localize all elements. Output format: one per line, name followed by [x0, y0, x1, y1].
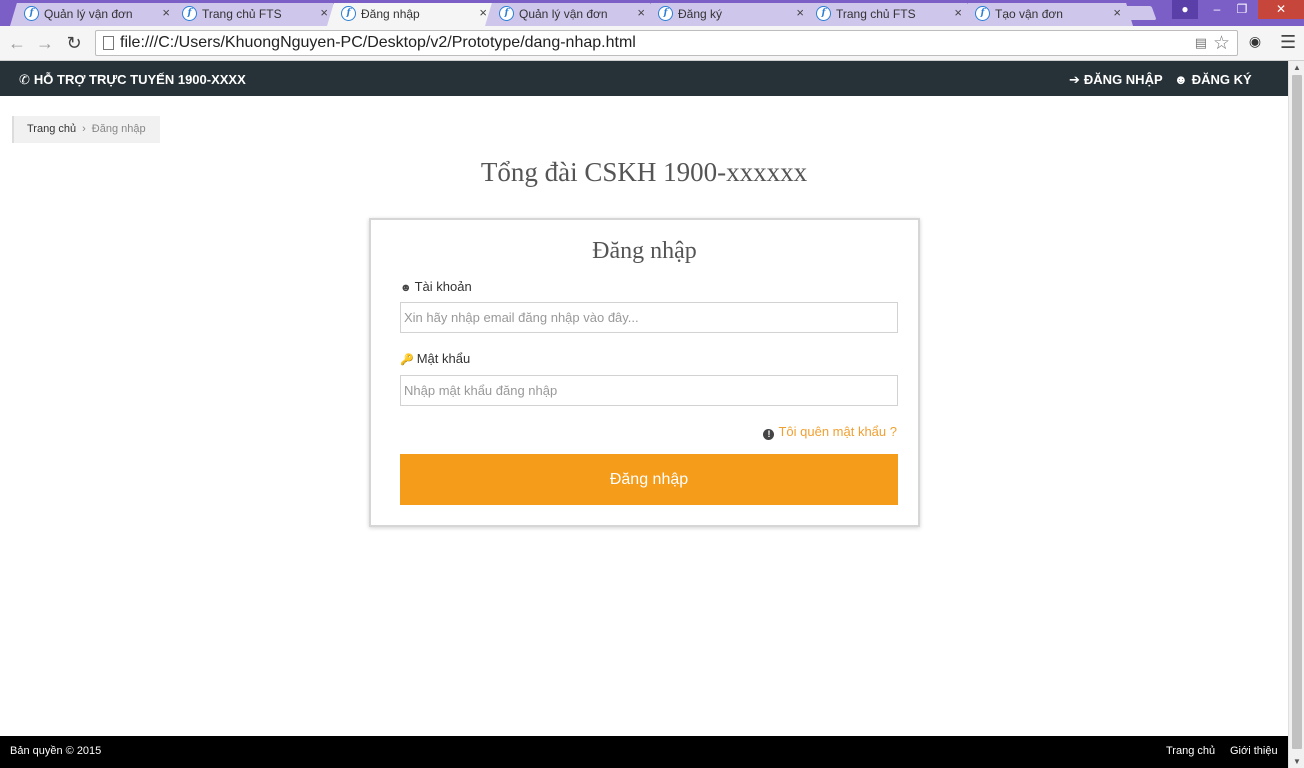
breadcrumb-current: Đăng nhập — [91, 123, 146, 135]
browser-tab[interactable]: f Quản lý vận đơn × — [485, 3, 657, 26]
nav-register-link[interactable]: ☻ ĐĂNG KÝ — [1174, 72, 1252, 87]
tab-title: Trang chủ FTS — [836, 7, 916, 21]
top-navbar: ✆ HỖ TRỢ TRỰC TUYẾN 1900-XXXX ➔ ĐĂNG NHẬP … — [0, 61, 1288, 96]
tab-title: Trang chủ FTS — [202, 7, 282, 21]
account-label-text: Tài khoản — [414, 279, 472, 294]
copyright-text: Bản quyền © 2015 — [10, 745, 102, 757]
bookmark-star-icon[interactable]: ☆ — [1213, 32, 1230, 55]
footer-home-link[interactable]: Trang chủ — [1166, 745, 1215, 757]
forgot-password-text: Tôi quên mật khẩu ? — [778, 424, 897, 439]
login-submit-button[interactable]: Đăng nhập — [400, 454, 898, 505]
back-arrow-icon[interactable]: ← — [6, 32, 28, 54]
site-favicon-icon: f — [658, 6, 673, 21]
scrollbar-thumb[interactable] — [1292, 75, 1302, 749]
browser-tab-strip: f Quản lý vận đơn × f Trang chủ FTS × f … — [0, 0, 1304, 26]
tab-title: Tạo vận đơn — [995, 7, 1063, 21]
browser-tab[interactable]: f Quản lý vận đơn × — [10, 3, 182, 26]
new-tab-button[interactable] — [1121, 6, 1157, 20]
site-favicon-icon: f — [341, 6, 356, 21]
support-hotline-text: HỖ TRỢ TRỰC TUYẾN 1900-XXXX — [33, 72, 246, 87]
tab-title: Quản lý vận đơn — [44, 7, 133, 21]
minimize-window-button[interactable]: – — [1204, 0, 1230, 19]
browser-tab[interactable]: f Tạo vận đơn × — [961, 3, 1133, 26]
user-icon: ☻ — [400, 282, 412, 294]
address-bar[interactable]: file:///C:/Users/KhuongNguyen-PC/Desktop… — [95, 30, 1238, 56]
phone-icon: ✆ — [19, 72, 30, 87]
key-icon: 🔑 — [400, 354, 414, 366]
browser-menu-icon[interactable]: ☰ — [1280, 32, 1296, 53]
reload-icon[interactable]: ↻ — [63, 32, 85, 54]
footer-about-link[interactable]: Giới thiệu — [1230, 745, 1278, 757]
restore-window-button[interactable]: ❐ — [1229, 0, 1255, 19]
password-input[interactable] — [400, 375, 898, 406]
login-title: Đăng nhập — [592, 238, 697, 264]
support-hotline: ✆ HỖ TRỢ TRỰC TUYẾN 1900-XXXX — [19, 72, 246, 88]
nav-login-label: ĐĂNG NHẬP — [1083, 72, 1163, 87]
page-icon — [103, 36, 114, 50]
site-favicon-icon: f — [816, 6, 831, 21]
site-favicon-icon: f — [24, 6, 39, 21]
browser-tab[interactable]: f Đăng ký × — [644, 3, 816, 26]
password-label-text: Mật khẩu — [416, 351, 471, 366]
nav-register-label: ĐĂNG KÝ — [1191, 72, 1252, 87]
exclamation-circle-icon: ! — [763, 429, 775, 440]
password-label: 🔑 Mật khẩu — [400, 351, 470, 366]
site-favicon-icon: f — [499, 6, 514, 21]
vertical-scrollbar[interactable]: ▲ ▼ — [1288, 61, 1304, 768]
login-card: Đăng nhập ☻Tài khoản 🔑Mật khẩu !Tôi quên… — [369, 218, 920, 527]
account-label: ☻ Tài khoản — [400, 279, 472, 294]
site-favicon-icon: f — [975, 6, 990, 21]
tab-title: Đăng ký — [678, 7, 723, 21]
page-viewport: ✆ HỖ TRỢ TRỰC TUYẾN 1900-XXXX ➔ ĐĂNG NHẬP … — [0, 61, 1288, 768]
tab-title: Đăng nhập — [361, 7, 420, 21]
hotline-heading: Tổng đài CSKH 1900-xxxxxx — [480, 157, 808, 187]
user-icon: ☻ — [1174, 72, 1188, 87]
browser-tab[interactable]: f Trang chủ FTS × — [168, 3, 340, 26]
scroll-down-icon[interactable]: ▼ — [1293, 757, 1301, 766]
browser-toolbar: ← → ↻ file:///C:/Users/KhuongNguyen-PC/D… — [0, 26, 1304, 61]
breadcrumb: Trang chủ › Đăng nhập — [12, 116, 160, 143]
close-window-button[interactable]: ✕ — [1258, 0, 1304, 19]
site-favicon-icon: f — [182, 6, 197, 21]
address-bar-url[interactable]: file:///C:/Users/KhuongNguyen-PC/Desktop… — [120, 34, 636, 52]
translate-icon[interactable]: ▤ — [1195, 35, 1207, 51]
breadcrumb-separator: › — [82, 123, 86, 135]
forgot-password-link[interactable]: ! Tôi quên mật khẩu ? — [763, 424, 897, 440]
nav-login-link[interactable]: ➔ ĐĂNG NHẬP — [1069, 72, 1163, 88]
scroll-up-icon[interactable]: ▲ — [1293, 63, 1301, 72]
browser-tab-active[interactable]: f Đăng nhập × — [327, 3, 499, 26]
breadcrumb-home-link[interactable]: Trang chủ — [27, 123, 76, 135]
profile-icon[interactable]: ● — [1172, 0, 1198, 19]
account-input[interactable] — [400, 302, 898, 333]
extension-icon[interactable]: ◉ — [1246, 33, 1264, 51]
forward-arrow-icon[interactable]: → — [34, 32, 56, 54]
browser-tab[interactable]: f Trang chủ FTS × — [802, 3, 974, 26]
footer: Bản quyền © 2015 Trang chủ Giới thiệu — [0, 736, 1288, 768]
tab-close-icon[interactable]: × — [1113, 6, 1121, 20]
tab-title: Quản lý vận đơn — [519, 7, 608, 21]
sign-in-icon: ➔ — [1069, 72, 1080, 87]
